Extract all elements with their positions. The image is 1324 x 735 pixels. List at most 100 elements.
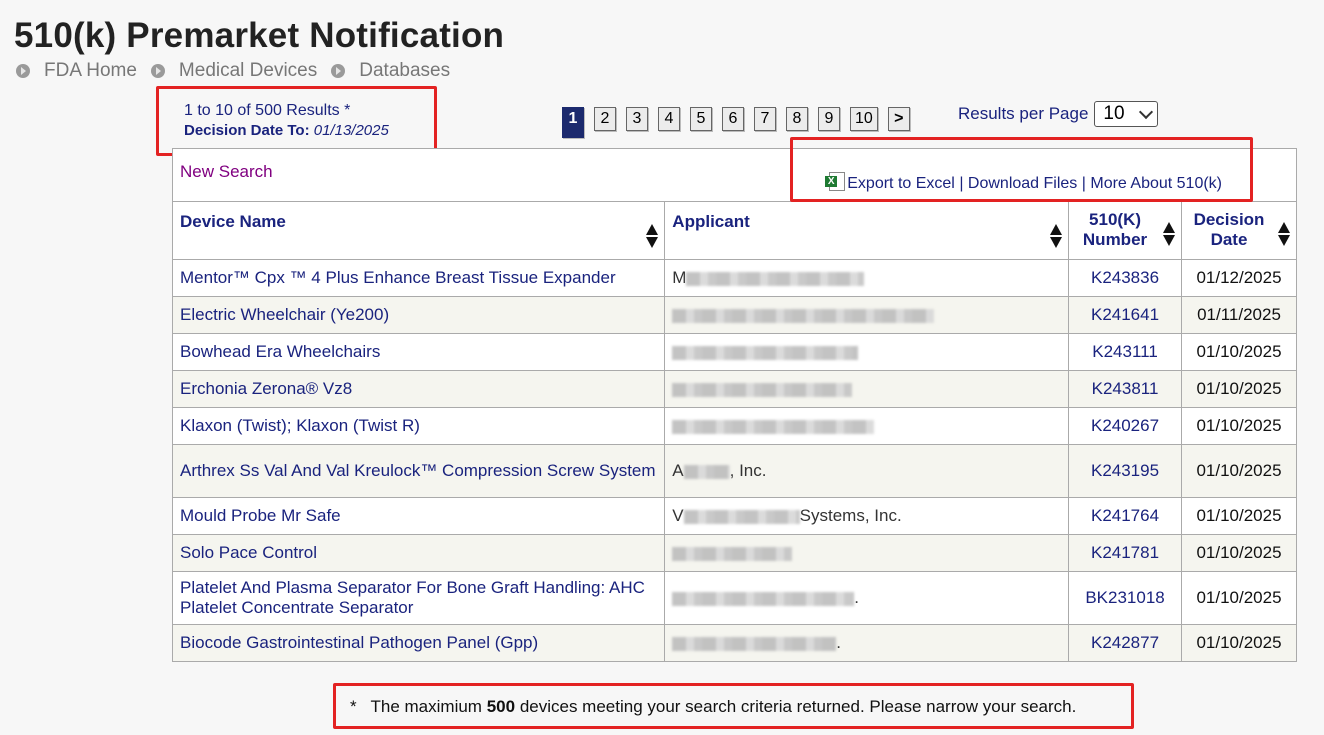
device-name-link[interactable]: Platelet And Plasma Separator For Bone G…	[180, 578, 645, 617]
column-header-510k-number[interactable]: 510(K) Number	[1068, 201, 1183, 260]
decision-date-cell: 01/10/2025	[1181, 370, 1297, 408]
table-row: Bowhead Era Wheelchairs K243111 01/10/20…	[171, 333, 1297, 371]
column-header-applicant[interactable]: Applicant	[664, 201, 1070, 260]
device-name-link[interactable]: Electric Wheelchair (Ye200)	[180, 305, 389, 324]
applicant-cell	[664, 534, 1070, 572]
device-name-link[interactable]: Bowhead Era Wheelchairs	[180, 342, 380, 361]
results-table-container: New Search X Export to Excel | Download F…	[171, 148, 1297, 662]
510k-number-link[interactable]: K241781	[1091, 543, 1159, 562]
510k-number-link[interactable]: K243836	[1091, 268, 1159, 287]
device-name-link[interactable]: Biocode Gastrointestinal Pathogen Panel …	[180, 633, 538, 652]
footnote: * The maximium 500 devices meeting your …	[350, 697, 1077, 716]
chevron-right-icon	[331, 64, 346, 78]
applicant-cell	[664, 333, 1070, 371]
breadcrumb-item-fda-home[interactable]: FDA Home	[16, 60, 137, 82]
breadcrumb-item-databases[interactable]: Databases	[331, 60, 450, 82]
pagination: 1 2 3 4 5 6 7 8 9 10 >	[562, 107, 920, 138]
new-search-link[interactable]: New Search	[180, 162, 273, 182]
redacted-text	[672, 546, 793, 561]
redacted-text	[672, 636, 837, 651]
device-name-link[interactable]: Mould Probe Mr Safe	[180, 506, 341, 525]
decision-date-cell: 01/10/2025	[1181, 571, 1297, 625]
decision-date-filter: Decision Date To: 01/13/2025	[184, 122, 389, 139]
redacted-text	[672, 345, 859, 360]
column-header-decision-date[interactable]: Decision Date	[1181, 201, 1297, 260]
table-row: Platelet And Plasma Separator For Bone G…	[171, 571, 1297, 625]
510k-number-link[interactable]: K242877	[1091, 633, 1159, 652]
device-name-link[interactable]: Klaxon (Twist); Klaxon (Twist R)	[180, 416, 420, 435]
chevron-down-icon	[1139, 104, 1154, 120]
sort-icon[interactable]	[646, 224, 659, 248]
chevron-right-icon	[16, 64, 30, 78]
results-count: 1 to 10 of 500 Results *	[184, 102, 351, 119]
redacted-text	[672, 591, 855, 606]
510k-number-link[interactable]: K241764	[1091, 506, 1159, 525]
page-button-6[interactable]: 6	[722, 107, 744, 131]
decision-date-cell: 01/12/2025	[1181, 259, 1297, 297]
table-row: Biocode Gastrointestinal Pathogen Panel …	[171, 624, 1297, 662]
redacted-text	[683, 509, 800, 524]
results-per-page: Results per Page 10	[958, 101, 1159, 127]
sort-icon[interactable]	[1050, 224, 1063, 248]
page-button-3[interactable]: 3	[626, 107, 648, 131]
page-button-8[interactable]: 8	[786, 107, 808, 131]
510k-number-link[interactable]: K243195	[1091, 461, 1159, 480]
510k-number-link[interactable]: K243111	[1092, 342, 1158, 361]
applicant-cell	[664, 407, 1070, 445]
device-name-link[interactable]: Erchonia Zerona® Vz8	[180, 379, 352, 398]
page-button-2[interactable]: 2	[594, 107, 616, 131]
breadcrumb: FDA Home Medical Devices Databases	[16, 60, 464, 82]
results-per-page-select[interactable]: 10	[1094, 101, 1159, 127]
decision-date-cell: 01/10/2025	[1181, 624, 1297, 662]
sort-icon[interactable]	[1163, 222, 1176, 246]
table-row: Electric Wheelchair (Ye200) K241641 01/1…	[171, 296, 1297, 334]
breadcrumb-item-medical-devices[interactable]: Medical Devices	[150, 60, 317, 82]
decision-date-cell: 01/10/2025	[1181, 497, 1297, 535]
applicant-cell	[664, 370, 1070, 408]
table-row: Solo Pace Control K241781 01/10/2025	[171, 534, 1297, 572]
sort-icon[interactable]	[1278, 222, 1290, 246]
applicant-cell: A, Inc.	[664, 444, 1070, 498]
table-header-row: Device Name Applicant 510(K) Number Decis…	[171, 201, 1297, 260]
decision-date-cell: 01/10/2025	[1181, 333, 1297, 371]
page-button-10[interactable]: 10	[850, 107, 878, 131]
column-header-device-name[interactable]: Device Name	[171, 201, 666, 260]
table-row: Mentor™ Cpx ™ 4 Plus Enhance Breast Tiss…	[171, 259, 1297, 297]
510k-number-link[interactable]: K243811	[1092, 379, 1159, 398]
device-name-link[interactable]: Mentor™ Cpx ™ 4 Plus Enhance Breast Tiss…	[180, 268, 616, 287]
decision-date-cell: 01/10/2025	[1181, 407, 1297, 445]
results-per-page-label: Results per Page	[958, 104, 1089, 123]
results-table: New Search X Export to Excel | Download F…	[171, 148, 1297, 662]
device-name-link[interactable]: Solo Pace Control	[180, 543, 317, 562]
page-button-4[interactable]: 4	[658, 107, 680, 131]
redacted-text	[686, 271, 865, 286]
redacted-text	[672, 419, 875, 434]
redacted-text	[672, 308, 935, 323]
table-row: Arthrex Ss Val And Val Kreulock™ Compres…	[171, 444, 1297, 498]
results-summary: 1 to 10 of 500 Results * Decision Date T…	[184, 101, 389, 141]
redacted-text	[683, 464, 730, 479]
decision-date-cell: 01/11/2025	[1181, 296, 1297, 334]
decision-date-cell: 01/10/2025	[1181, 444, 1297, 498]
table-row: Klaxon (Twist); Klaxon (Twist R) K240267…	[171, 407, 1297, 445]
next-page-button[interactable]: >	[887, 107, 910, 131]
table-body: Mentor™ Cpx ™ 4 Plus Enhance Breast Tiss…	[171, 259, 1297, 662]
page-button-1[interactable]: 1	[562, 107, 584, 138]
page-button-7[interactable]: 7	[754, 107, 776, 131]
table-row: Mould Probe Mr Safe V Systems, Inc. K2417…	[171, 497, 1297, 535]
table-row: Erchonia Zerona® Vz8 K243811 01/10/2025	[171, 370, 1297, 408]
applicant-cell: .	[664, 571, 1070, 625]
chevron-right-icon	[150, 64, 165, 78]
applicant-cell: M	[664, 259, 1070, 297]
decision-date-cell: 01/10/2025	[1181, 534, 1297, 572]
510k-number-link[interactable]: K240267	[1091, 416, 1159, 435]
510k-number-link[interactable]: BK231018	[1085, 588, 1164, 607]
applicant-cell: .	[664, 624, 1070, 662]
redacted-text	[672, 382, 853, 397]
applicant-cell: V Systems, Inc.	[664, 497, 1070, 535]
page-button-5[interactable]: 5	[690, 107, 712, 131]
device-name-link[interactable]: Arthrex Ss Val And Val Kreulock™ Compres…	[180, 461, 656, 480]
highlight-box-export	[790, 137, 1253, 202]
page-button-9[interactable]: 9	[818, 107, 840, 131]
510k-number-link[interactable]: K241641	[1091, 305, 1159, 324]
